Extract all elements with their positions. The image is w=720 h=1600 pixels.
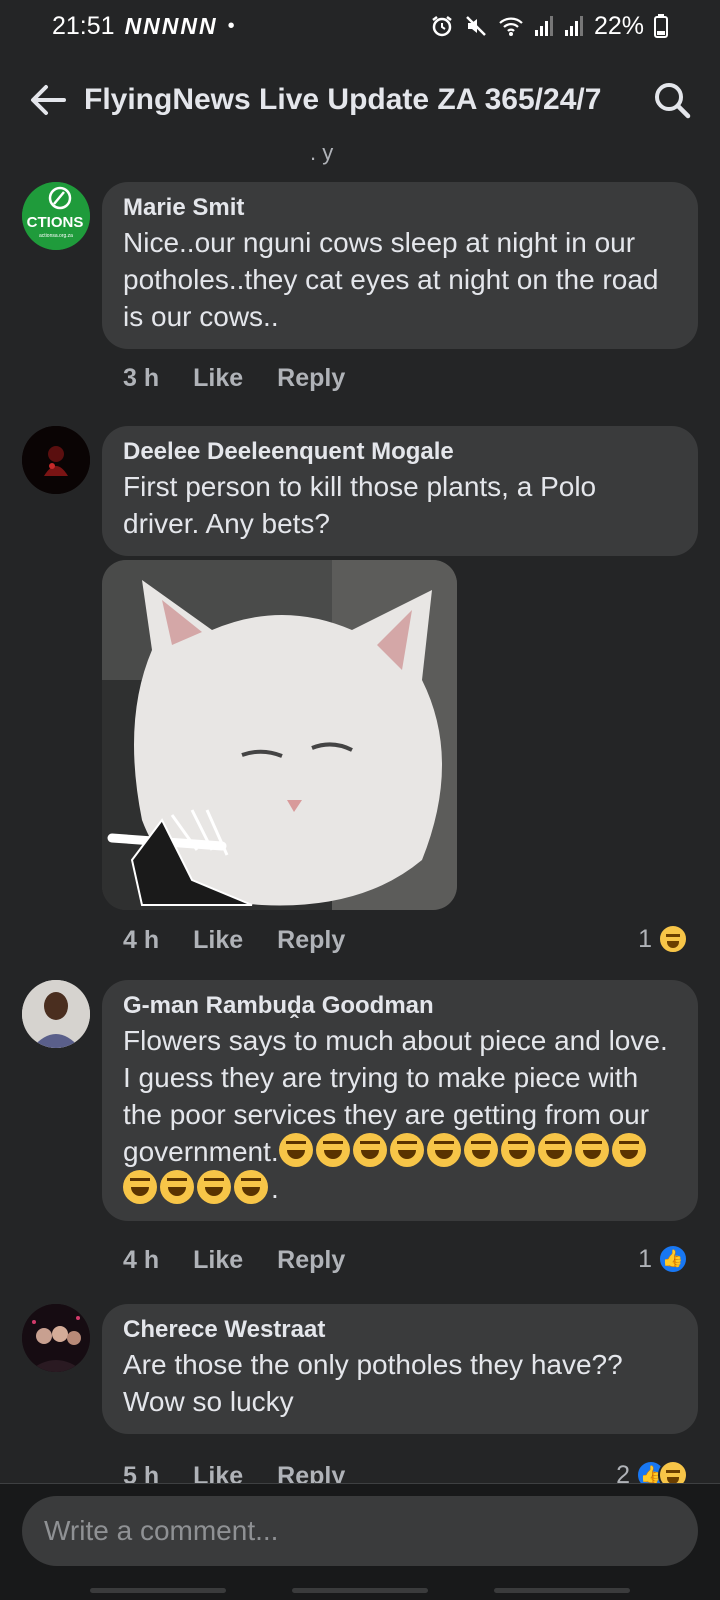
like-button[interactable]: Like xyxy=(193,364,243,393)
alarm-icon xyxy=(432,16,452,37)
comment-bubble[interactable]: Cherece Westraat Are those the only poth… xyxy=(102,1304,698,1434)
status-left: 21:51 NNNNN • xyxy=(52,12,235,41)
comment-actions: 3 h Like Reply xyxy=(123,364,345,393)
status-bar: 21:51 NNNNN • 22% xyxy=(0,0,720,52)
reply-button[interactable]: Reply xyxy=(277,1462,345,1483)
nav-handle xyxy=(90,1588,226,1593)
laughing-emoji xyxy=(500,1133,535,1167)
commenter-name[interactable]: Marie Smit xyxy=(123,192,678,224)
comment-input[interactable] xyxy=(22,1496,698,1566)
crying-cat-meme-image[interactable] xyxy=(102,560,457,910)
comment-time: 4 h xyxy=(123,926,160,954)
reaction-count: 1 xyxy=(638,924,652,953)
laughing-emoji xyxy=(197,1170,231,1204)
reaction-summary[interactable]: 2 👍 xyxy=(616,1460,688,1483)
comment-text: Are those the only potholes they have?? … xyxy=(123,1349,623,1417)
avatar[interactable] xyxy=(22,1304,90,1372)
comment-actions: 4 h Like Reply xyxy=(123,1246,345,1275)
haha-reaction-icon xyxy=(658,924,688,954)
comment-text: Nice..our nguni cows sleep at night in o… xyxy=(123,227,659,332)
commenter-name[interactable]: G-man Rambuḓa Goodman xyxy=(123,990,678,1022)
signal-icon-2 xyxy=(564,16,583,36)
like-button[interactable]: Like xyxy=(193,926,243,955)
reaction-summary[interactable]: 1 👍 xyxy=(638,1244,688,1274)
nav-handle xyxy=(494,1588,630,1593)
laughing-emoji xyxy=(463,1133,498,1167)
comment-bubble[interactable]: Marie Smit Nice..our nguni cows sleep at… xyxy=(102,182,698,349)
actionsa-logo: CTIONS actionsa.org.za xyxy=(22,182,90,250)
like-button[interactable]: Like xyxy=(193,1462,243,1483)
comment-bubble[interactable]: G-man Rambuḓa Goodman Flowers says to mu… xyxy=(102,980,698,1221)
avatar[interactable] xyxy=(22,426,90,494)
avatar-image xyxy=(22,980,90,1048)
svg-text:actionsa.org.za: actionsa.org.za xyxy=(39,233,73,239)
avatar[interactable]: CTIONS actionsa.org.za xyxy=(22,182,90,250)
status-right: 22% xyxy=(430,12,668,41)
comment-text: First person to kill those plants, a Pol… xyxy=(123,471,597,539)
notification-icons: NNNNN xyxy=(124,12,218,39)
laughing-emoji xyxy=(352,1133,387,1167)
avatar-image xyxy=(22,426,90,494)
clock: 21:51 xyxy=(52,11,115,40)
comment-actions: 5 h Like Reply xyxy=(123,1462,345,1483)
like-button[interactable]: Like xyxy=(193,1246,243,1275)
reply-button[interactable]: Reply xyxy=(277,364,345,393)
laughing-emoji xyxy=(611,1133,646,1167)
laughing-emoji xyxy=(574,1133,609,1167)
mute-icon xyxy=(466,16,486,36)
reaction-summary[interactable]: 1 xyxy=(638,924,688,954)
laughing-emoji xyxy=(234,1170,268,1204)
more-notifications-dot: • xyxy=(227,14,235,37)
laughing-emoji xyxy=(278,1133,313,1167)
comment-bubble[interactable]: Deelee Deeleenquent Mogale First person … xyxy=(102,426,698,556)
back-arrow-icon[interactable] xyxy=(28,80,68,120)
laughing-emoji xyxy=(160,1170,194,1204)
comment-time: 5 h xyxy=(123,1462,160,1483)
signal-icon-1 xyxy=(534,16,553,36)
page-title: FlyingNews Live Update ZA 365/24/7 xyxy=(84,83,602,116)
laughing-emoji xyxy=(426,1133,461,1167)
laughing-emoji xyxy=(389,1133,424,1167)
app-header: FlyingNews Live Update ZA 365/24/7 xyxy=(0,60,720,140)
comment-text: Flowers says to much about piece and lov… xyxy=(123,1022,678,1207)
avatar-image xyxy=(22,1304,90,1372)
previous-comment-tail: . y xyxy=(310,140,334,165)
commenter-name[interactable]: Deelee Deeleenquent Mogale xyxy=(123,436,678,468)
reaction-count: 2 xyxy=(616,1460,630,1484)
comment-feed[interactable]: . y CTIONS actionsa.org.za Marie Smit Ni… xyxy=(0,140,720,1483)
comment-time: 3 h xyxy=(123,364,160,392)
laughing-emoji xyxy=(537,1133,572,1167)
nav-handle xyxy=(292,1588,428,1593)
wifi-icon xyxy=(499,17,523,36)
laughing-emoji xyxy=(123,1170,157,1204)
reply-button[interactable]: Reply xyxy=(277,1246,345,1275)
comment-time: 4 h xyxy=(123,1246,160,1274)
reply-button[interactable]: Reply xyxy=(277,926,345,955)
reaction-count: 1 xyxy=(638,1244,652,1273)
haha-reaction-icon xyxy=(658,1460,688,1483)
search-icon[interactable] xyxy=(652,80,692,120)
like-reaction-icon: 👍 xyxy=(658,1244,688,1274)
battery-icon xyxy=(654,14,668,38)
comment-composer xyxy=(0,1483,720,1600)
laughing-emoji xyxy=(315,1133,350,1167)
battery-percent: 22% xyxy=(593,11,644,40)
svg-text:CTIONS: CTIONS xyxy=(27,214,84,231)
commenter-name[interactable]: Cherece Westraat xyxy=(123,1314,678,1346)
comment-text-tail: . xyxy=(271,1173,279,1204)
avatar[interactable] xyxy=(22,980,90,1048)
comment-actions: 4 h Like Reply xyxy=(123,926,345,955)
